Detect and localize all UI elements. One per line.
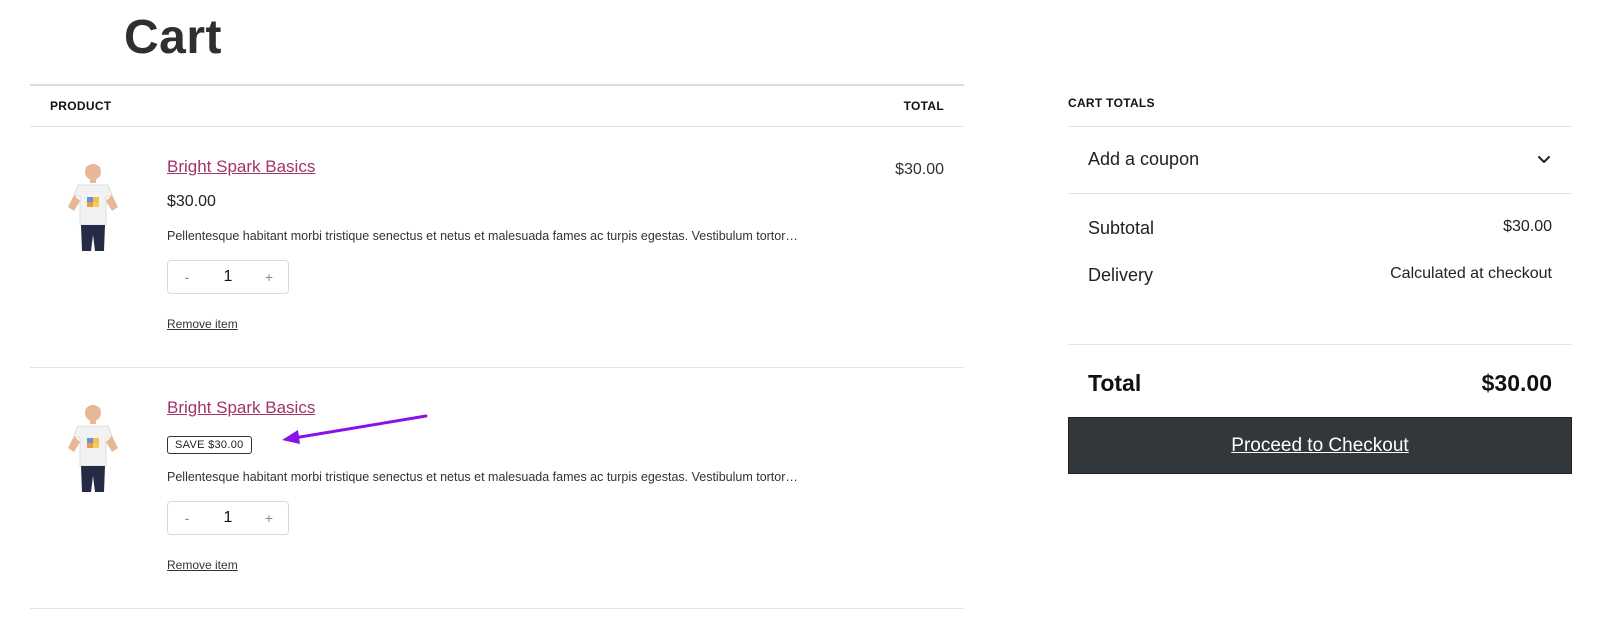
quantity-stepper: - 1 + [167, 260, 289, 294]
cart-item-row: Bright Spark Basics SAVE $30.00 Pellente… [30, 368, 964, 609]
product-thumbnail[interactable] [64, 161, 122, 253]
quantity-value[interactable]: 1 [224, 268, 233, 286]
subtotal-line: Subtotal $30.00 [1088, 218, 1552, 239]
grand-total-line: Total $30.00 [1068, 345, 1572, 417]
delivery-label: Delivery [1088, 265, 1154, 285]
column-header-total: TOTAL [903, 99, 944, 113]
quantity-increase-button[interactable]: + [262, 510, 276, 526]
row-total: $30.00 [895, 161, 944, 178]
subtotal-label: Subtotal [1088, 218, 1155, 238]
coupon-label: Add a coupon [1088, 149, 1200, 169]
delivery-value: Calculated at checkout [1390, 265, 1552, 282]
product-description: Pellentesque habitant morbi tristique se… [167, 229, 798, 243]
add-coupon-toggle[interactable]: Add a coupon [1068, 127, 1572, 194]
product-description: Pellentesque habitant morbi tristique se… [167, 470, 798, 484]
quantity-value[interactable]: 1 [224, 509, 233, 527]
cart-totals-panel: CART TOTALS Add a coupon Subtotal $30.00… [1068, 84, 1572, 474]
column-header-product: PRODUCT [50, 99, 112, 113]
quantity-decrease-button[interactable]: - [180, 510, 194, 526]
product-price: $30.00 [167, 193, 216, 210]
subtotal-value: $30.00 [1503, 218, 1552, 235]
product-thumbnail[interactable] [64, 402, 122, 494]
quantity-increase-button[interactable]: + [262, 269, 276, 285]
quantity-stepper: - 1 + [167, 501, 289, 535]
proceed-to-checkout-button[interactable]: Proceed to Checkout [1068, 417, 1572, 474]
remove-item-link[interactable]: Remove item [167, 317, 238, 331]
cart-table: PRODUCT TOTAL Bright Spark Basics $30.00… [30, 84, 964, 609]
remove-item-link[interactable]: Remove item [167, 558, 238, 572]
total-label: Total [1088, 370, 1142, 396]
quantity-decrease-button[interactable]: - [180, 269, 194, 285]
annotation-arrow-icon [282, 414, 428, 444]
product-name-link[interactable]: Bright Spark Basics [167, 157, 315, 177]
delivery-line: Delivery Calculated at checkout [1088, 265, 1552, 286]
cart-totals-title: CART TOTALS [1068, 84, 1572, 127]
total-value: $30.00 [1481, 370, 1552, 396]
page-title: Cart [124, 11, 223, 64]
savings-badge: SAVE $30.00 [167, 436, 252, 454]
table-header: PRODUCT TOTAL [30, 84, 964, 127]
cart-page: Cart PRODUCT TOTAL Bright Spark Basics $… [0, 0, 1600, 640]
totals-summary: Subtotal $30.00 Delivery Calculated at c… [1068, 194, 1572, 345]
cart-item-row: Bright Spark Basics $30.00 Pellentesque … [30, 127, 964, 368]
chevron-down-icon[interactable] [1536, 151, 1552, 167]
